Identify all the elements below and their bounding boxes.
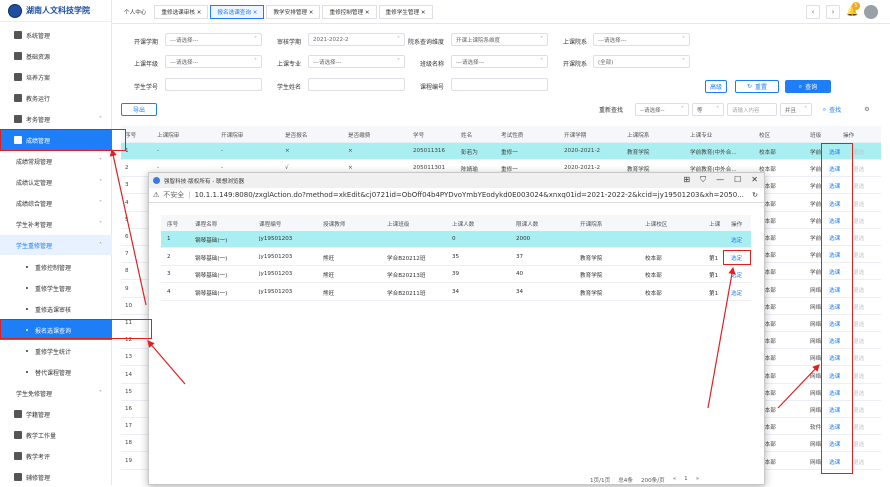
annotation-arrows xyxy=(109,148,820,409)
